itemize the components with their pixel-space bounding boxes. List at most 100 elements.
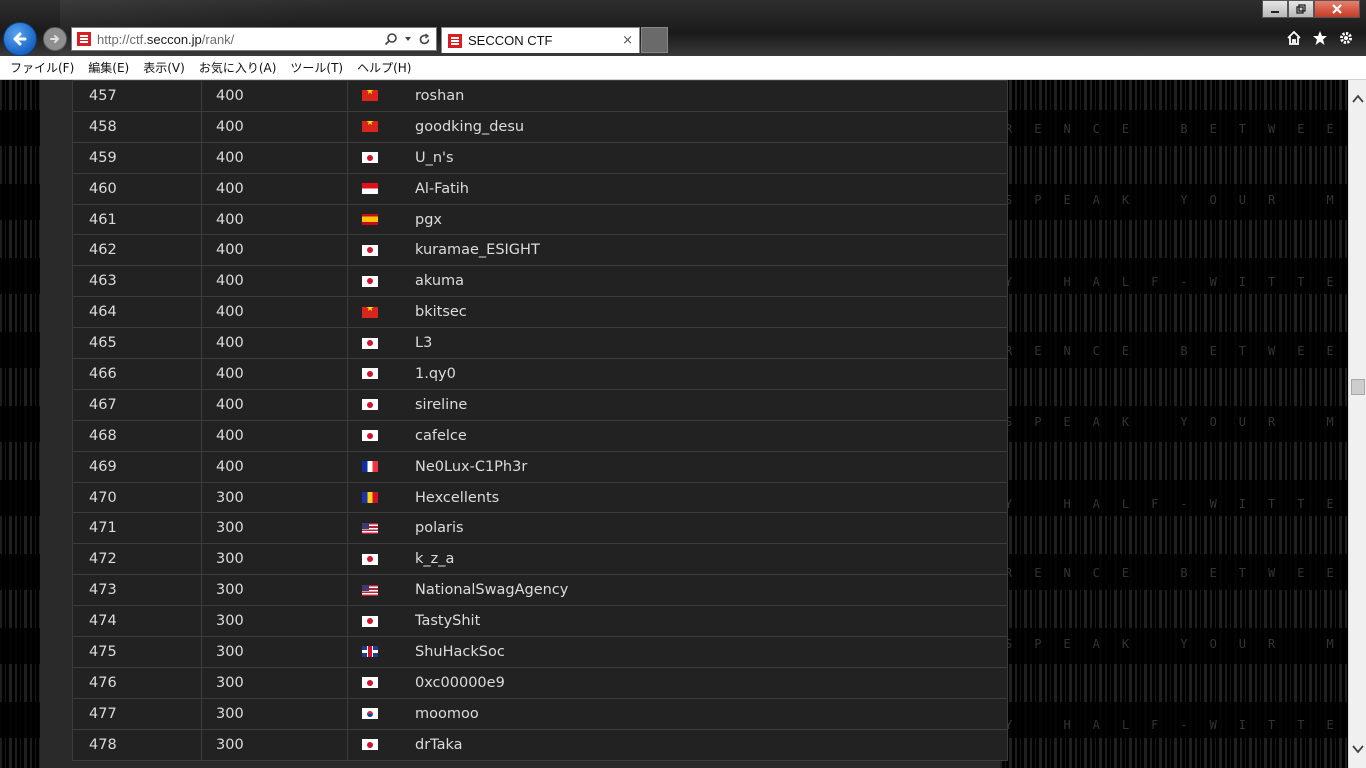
team-cell: 1.qy0 [347, 358, 1008, 390]
refresh-icon[interactable] [418, 32, 431, 46]
rank-cell: 463 [72, 265, 202, 298]
team-name[interactable]: moomoo [415, 706, 479, 722]
team-name[interactable]: k_z_a [415, 551, 454, 567]
rank-cell: 472 [72, 543, 202, 576]
menu-view[interactable]: 表示(V) [137, 59, 193, 76]
team-name[interactable]: sireline [415, 397, 467, 413]
back-button[interactable] [3, 22, 37, 56]
team-name[interactable]: cafelce [415, 428, 467, 444]
score-cell: 400 [201, 450, 348, 483]
team-name[interactable]: drTaka [415, 737, 463, 753]
search-icon[interactable] [384, 32, 398, 46]
menu-tools[interactable]: ツール(T) [284, 59, 351, 76]
team-name[interactable]: TastyShit [415, 613, 480, 629]
team-name[interactable]: Al-Fatih [415, 181, 469, 197]
score-cell: 400 [201, 172, 348, 205]
country-flag-icon [362, 275, 378, 287]
team-cell: bkitsec [347, 296, 1008, 329]
close-window-button[interactable] [1314, 0, 1360, 18]
team-name[interactable]: pgx [415, 212, 442, 228]
home-icon[interactable] [1286, 30, 1302, 46]
restore-button[interactable] [1288, 0, 1314, 18]
menu-edit[interactable]: 編集(E) [82, 59, 137, 76]
team-name[interactable]: L3 [415, 335, 432, 351]
table-row: 463 400 akuma [72, 265, 1008, 298]
rank-cell: 458 [72, 110, 202, 143]
rank-cell: 467 [72, 388, 202, 421]
score-cell: 400 [201, 388, 348, 421]
team-cell: ShuHackSoc [347, 636, 1008, 668]
gear-icon[interactable] [1338, 30, 1354, 46]
minimize-button[interactable] [1262, 0, 1288, 18]
background-text: RENCE BETWEEN [1005, 344, 1348, 358]
team-name[interactable]: kuramae_ESIGHT [415, 242, 540, 258]
score-cell: 300 [201, 666, 348, 699]
score-cell: 300 [201, 543, 348, 576]
team-name[interactable]: U_n's [415, 150, 454, 166]
barcode-gaps-left [0, 80, 40, 768]
forward-button[interactable] [43, 27, 67, 51]
chevron-down-icon[interactable] [404, 35, 412, 43]
table-row: 467 400 sireline [72, 388, 1008, 421]
table-row: 468 400 cafelce [72, 419, 1008, 452]
team-name[interactable]: Hexcellents [415, 490, 499, 506]
team-name[interactable]: Ne0Lux-C1Ph3r [415, 459, 527, 475]
team-name[interactable]: bkitsec [415, 304, 467, 320]
team-name[interactable]: NationalSwagAgency [415, 582, 568, 598]
team-name[interactable]: ShuHackSoc [415, 644, 505, 660]
team-name[interactable]: polaris [415, 520, 464, 536]
tab-seccon-ctf[interactable]: SECCON CTF × [441, 27, 640, 53]
url-path: /rank/ [201, 31, 235, 47]
rank-cell: 469 [72, 450, 202, 483]
rank-cell: 460 [72, 172, 202, 205]
country-flag-icon [362, 368, 378, 380]
rank-cell: 462 [72, 234, 202, 267]
team-name[interactable]: 0xc00000e9 [415, 675, 505, 691]
score-cell: 300 [201, 728, 348, 761]
address-bar[interactable]: http://ctf.seccon.jp/rank/ [71, 27, 437, 51]
scroll-down-icon[interactable] [1352, 744, 1364, 754]
ranking-panel: 457400roshan458400goodking_desu459400U_n… [40, 80, 1008, 768]
menu-file[interactable]: ファイル(F) [4, 59, 82, 76]
menu-favorites[interactable]: お気に入り(A) [193, 59, 285, 76]
team-cell: goodking_desu [347, 110, 1008, 143]
score-cell: 300 [201, 605, 348, 638]
score-cell: 400 [201, 358, 348, 390]
restore-icon [1296, 4, 1306, 14]
scroll-up-icon[interactable] [1352, 94, 1364, 104]
url-text[interactable]: http://ctf.seccon.jp/rank/ [97, 32, 384, 47]
table-row: 461 400 pgx [72, 203, 1008, 236]
country-flag-icon [362, 492, 378, 504]
table-row: 457400 roshan [72, 80, 1008, 112]
tab-close-icon[interactable]: × [622, 33, 633, 48]
scroll-thumb[interactable] [1351, 379, 1365, 395]
menu-help[interactable]: ヘルプ(H) [351, 59, 419, 76]
vertical-scrollbar[interactable] [1348, 80, 1366, 768]
table-row: 477 300 moomoo [72, 697, 1008, 730]
team-name[interactable]: goodking_desu [415, 119, 524, 135]
team-cell: sireline [347, 388, 1008, 421]
team-cell: Ne0Lux-C1Ph3r [347, 450, 1008, 483]
team-name[interactable]: 1.qy0 [415, 366, 456, 382]
new-tab-button[interactable] [641, 27, 668, 53]
background-text: RENCE BETWEEN [1005, 566, 1348, 580]
country-flag-icon [362, 337, 378, 349]
rank-cell: 477 [72, 697, 202, 730]
table-row: 470 300 Hexcellents [72, 481, 1008, 514]
score-cell: 400 [201, 327, 348, 360]
team-cell: U_n's [347, 141, 1008, 174]
rank-cell: 476 [72, 666, 202, 699]
team-name[interactable]: roshan [415, 88, 464, 104]
country-flag-icon [362, 646, 378, 658]
score-cell: 300 [201, 574, 348, 607]
team-name[interactable]: akuma [415, 273, 464, 289]
background-text: Y HALF-WITTE [1005, 275, 1348, 289]
rank-cell: 466 [72, 358, 202, 390]
country-flag-icon [362, 90, 378, 102]
arrow-right-icon [50, 35, 60, 43]
country-flag-icon [362, 121, 378, 133]
table-row: 473 300 NationalSwagAgency [72, 574, 1008, 607]
favorites-star-icon[interactable] [1312, 30, 1328, 46]
menu-bar: ファイル(F) 編集(E) 表示(V) お気に入り(A) ツール(T) ヘルプ(… [0, 56, 1366, 80]
rank-cell: 478 [72, 728, 202, 761]
